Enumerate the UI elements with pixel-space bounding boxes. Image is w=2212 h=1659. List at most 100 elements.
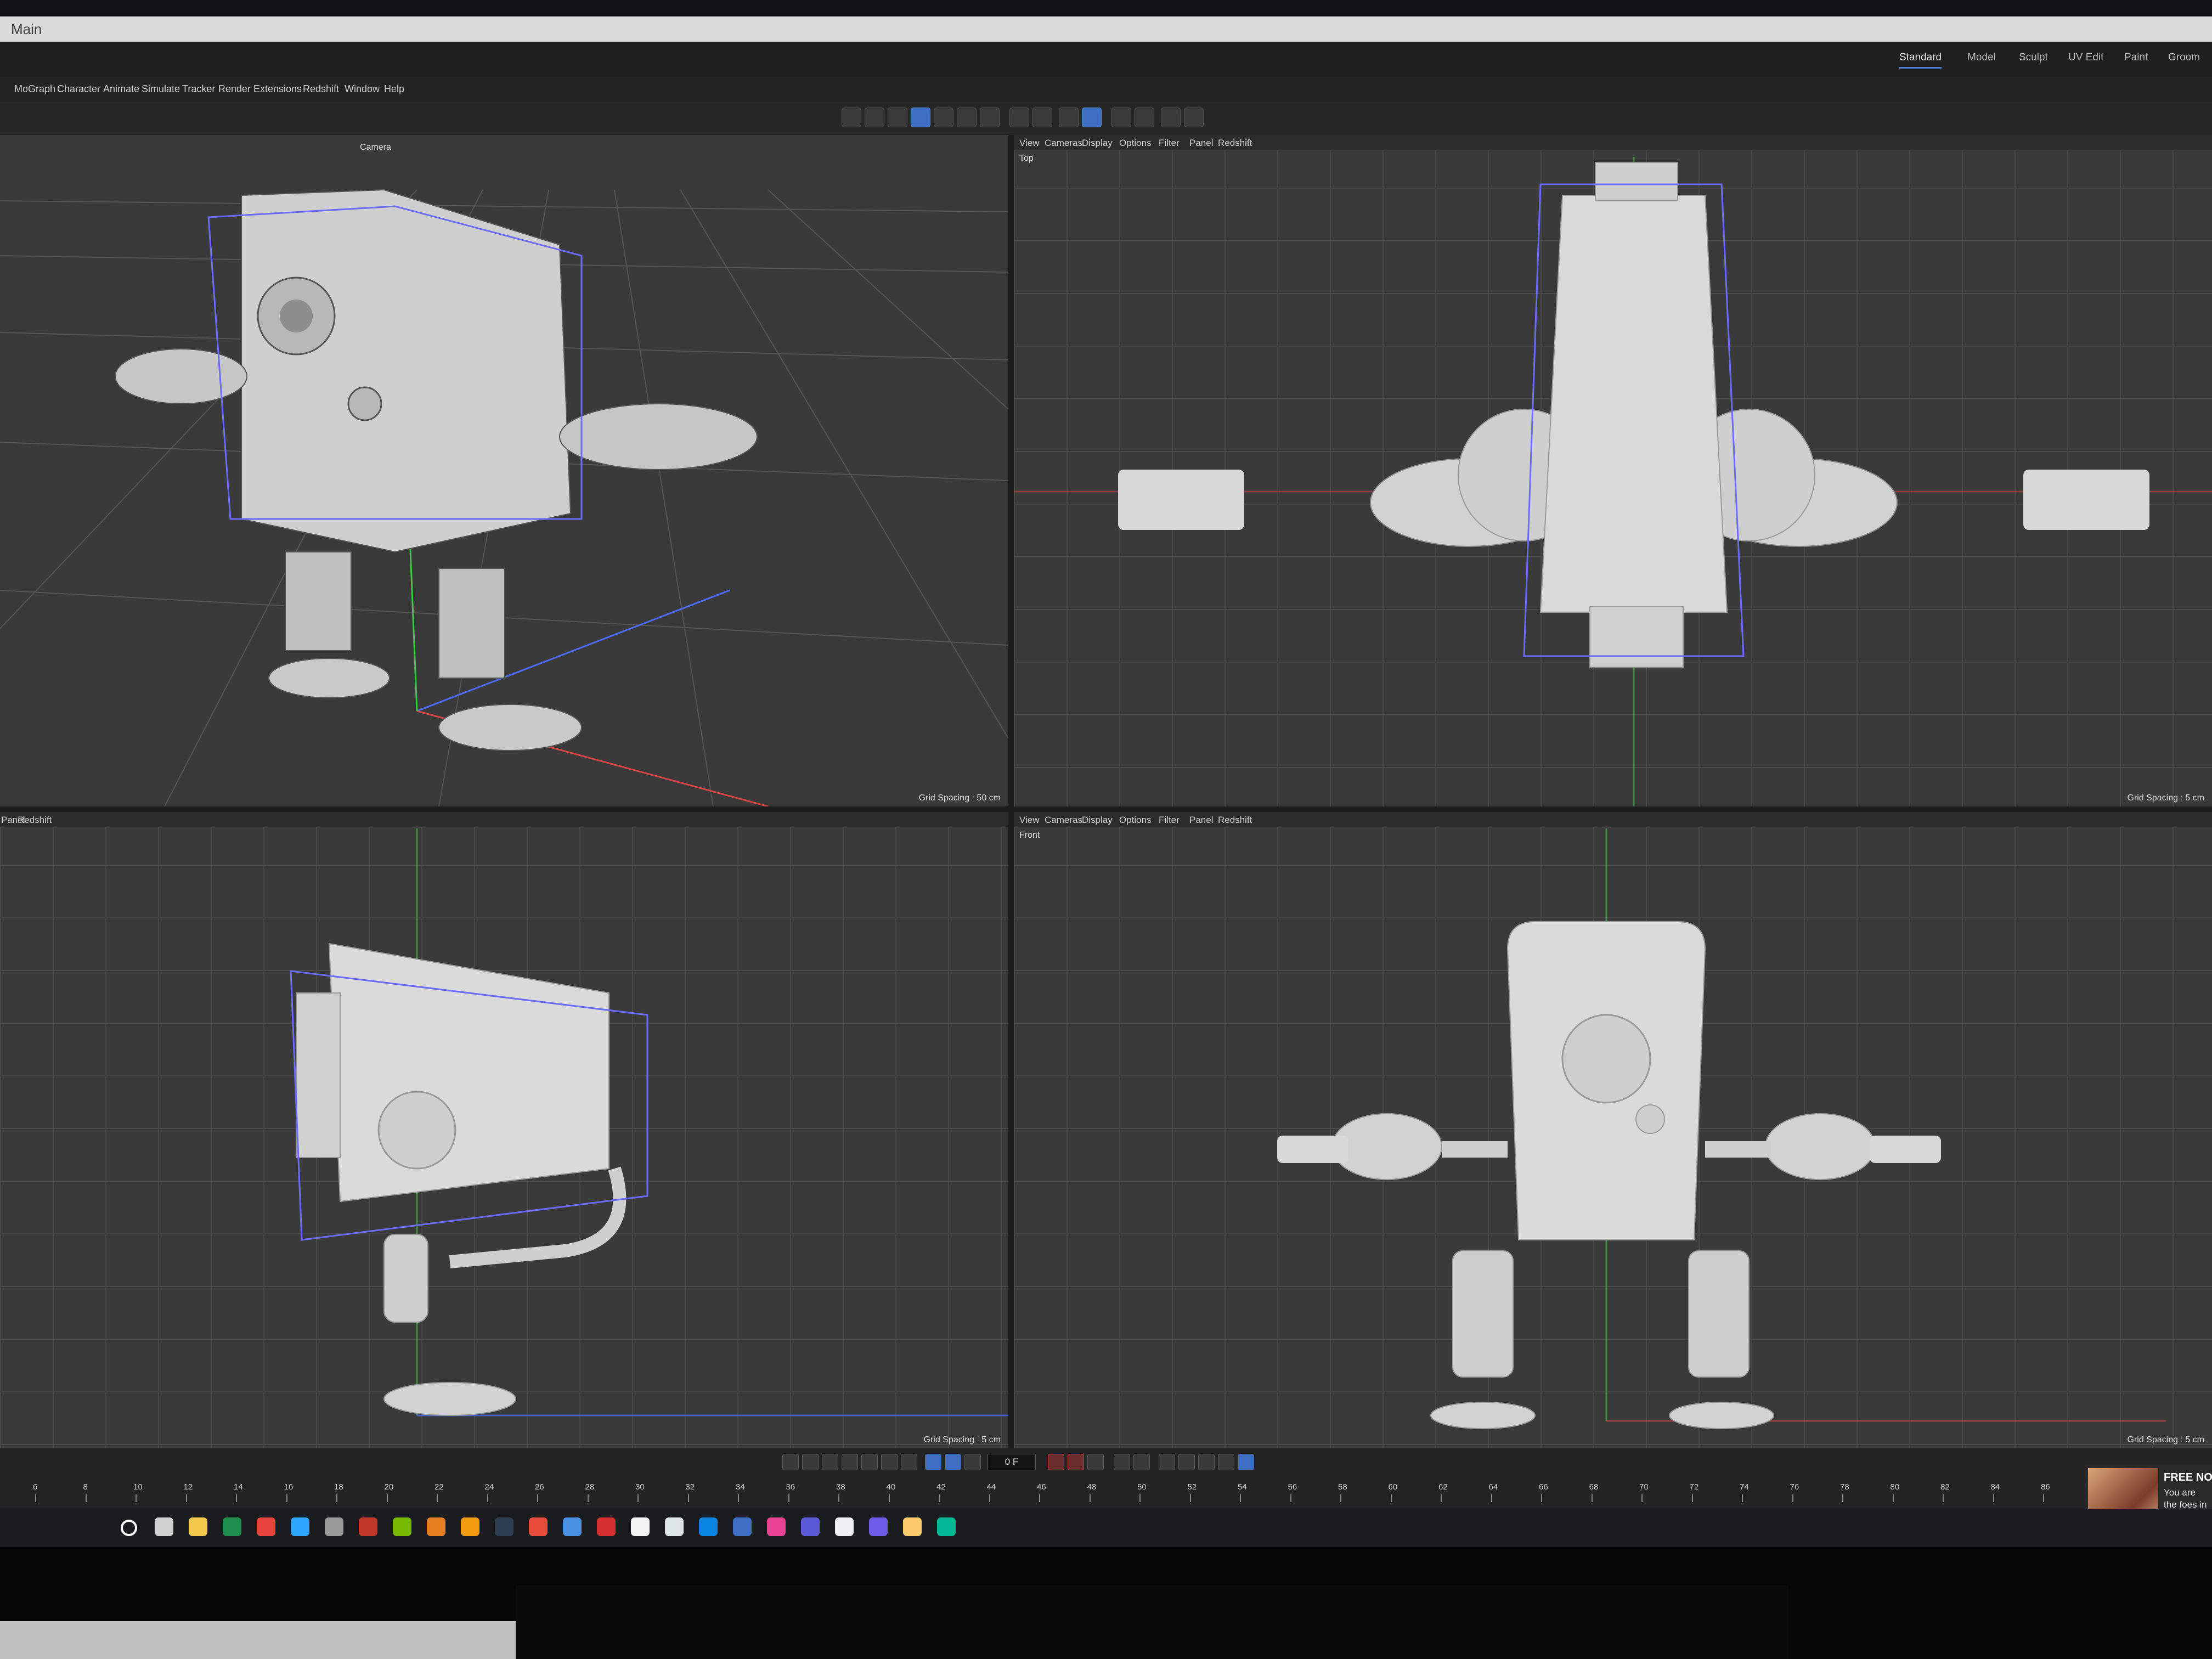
app-blue-2-icon[interactable]: [733, 1517, 752, 1536]
preview-range-icon[interactable]: [945, 1454, 961, 1470]
timeline-tick: 6: [33, 1482, 38, 1502]
file-explorer-icon[interactable]: [189, 1517, 207, 1536]
steam-icon[interactable]: [495, 1517, 514, 1536]
menu-redshift[interactable]: Redshift: [303, 83, 339, 95]
play-icon[interactable]: [842, 1454, 858, 1470]
timeline-settings-icon[interactable]: [1218, 1454, 1234, 1470]
current-frame-field[interactable]: 0 F: [988, 1454, 1036, 1470]
zbrush-icon[interactable]: [427, 1517, 445, 1536]
main-menu-bar: MoGraph Character Animate Simulate Track…: [0, 77, 2212, 102]
motion-system-icon[interactable]: [1238, 1454, 1254, 1470]
goto-end-icon[interactable]: [901, 1454, 917, 1470]
key-parameter-icon[interactable]: [1178, 1454, 1195, 1470]
unreal-icon[interactable]: [325, 1517, 343, 1536]
edge-icon[interactable]: [699, 1517, 718, 1536]
timeline-tick: 62: [1438, 1482, 1448, 1502]
layout-tab-uv-edit[interactable]: UV Edit: [2068, 52, 2103, 64]
camera-label[interactable]: Camera: [360, 143, 391, 153]
menu-mograph[interactable]: MoGraph: [14, 83, 55, 95]
layout-tab-sculpt[interactable]: Sculpt: [2019, 52, 2048, 64]
layout-tab-model[interactable]: Model: [1967, 52, 1996, 64]
keyframe-selection-icon[interactable]: [1087, 1454, 1104, 1470]
move-tool-icon[interactable]: [842, 108, 861, 127]
ipr-icon[interactable]: [1161, 108, 1181, 127]
menu-tracker[interactable]: Tracker: [182, 83, 215, 95]
menu-simulate[interactable]: Simulate: [142, 83, 180, 95]
timeline-tick: 32: [685, 1482, 695, 1502]
next-frame-icon[interactable]: [861, 1454, 878, 1470]
menu-window[interactable]: Window: [345, 83, 380, 95]
prev-key-icon[interactable]: [802, 1454, 819, 1470]
timeline-tick: 50: [1137, 1482, 1147, 1502]
snap-icon[interactable]: [1009, 108, 1029, 127]
grid-icon[interactable]: [1059, 108, 1079, 127]
menu-help[interactable]: Help: [384, 83, 404, 95]
viewport-divider-horizontal[interactable]: [0, 806, 2212, 812]
viewport-divider-vertical[interactable]: [1008, 135, 1014, 1448]
menu-render[interactable]: Render: [218, 83, 251, 95]
rotate-tool-icon[interactable]: [888, 108, 907, 127]
timeline-tick: 24: [484, 1482, 494, 1502]
cursor-icon[interactable]: [631, 1517, 650, 1536]
app-blue-icon[interactable]: [563, 1517, 582, 1536]
app-circle-icon[interactable]: [835, 1517, 854, 1536]
loop-icon[interactable]: [925, 1454, 941, 1470]
menu-extensions[interactable]: Extensions: [253, 83, 302, 95]
app-teal-icon[interactable]: [937, 1517, 956, 1536]
layout-tab-paint[interactable]: Paint: [2124, 52, 2148, 64]
grid-spacing-right: Grid Spacing : 5 cm: [923, 1435, 1001, 1444]
select-tool-icon[interactable]: [911, 108, 930, 127]
goto-start-icon[interactable]: [782, 1454, 799, 1470]
chrome-2-icon[interactable]: [903, 1517, 922, 1536]
blender-icon[interactable]: [461, 1517, 479, 1536]
daz-studio-icon[interactable]: [359, 1517, 377, 1536]
chrome-icon[interactable]: [257, 1517, 275, 1536]
live-selection-icon[interactable]: [934, 108, 953, 127]
timeline-tick: 10: [133, 1482, 143, 1502]
layout-tab-standard[interactable]: Standard: [1899, 52, 1942, 69]
timeline-tick: 74: [1740, 1482, 1749, 1502]
render-view-icon[interactable]: [1111, 108, 1131, 127]
timeline-tick: 80: [1890, 1482, 1900, 1502]
viewport-front[interactable]: View Cameras Display Options Filter Pane…: [1014, 812, 2212, 1448]
key-rotation-icon[interactable]: [1159, 1454, 1175, 1470]
timeline-tick: 66: [1539, 1482, 1548, 1502]
app-red-2-icon[interactable]: [767, 1517, 786, 1536]
layout-tab-groom[interactable]: Groom: [2168, 52, 2200, 64]
viewport-perspective[interactable]: Camera Grid Spacing : 50 cm: [0, 135, 1008, 806]
key-scale-icon[interactable]: [1133, 1454, 1150, 1470]
workplane-icon[interactable]: [1082, 108, 1102, 127]
perspective-grid-floor: [0, 189, 1008, 806]
lasso-icon[interactable]: [957, 108, 977, 127]
robot-mesh-front: [1277, 828, 2166, 1429]
task-view-icon[interactable]: [155, 1517, 173, 1536]
render-settings-icon[interactable]: [1135, 108, 1154, 127]
excel-icon[interactable]: [223, 1517, 241, 1536]
autokey-icon[interactable]: [1068, 1454, 1084, 1470]
key-position-icon[interactable]: [1114, 1454, 1130, 1470]
menu-animate[interactable]: Animate: [103, 83, 139, 95]
key-pla-icon[interactable]: [1198, 1454, 1215, 1470]
snap-settings-icon[interactable]: [1032, 108, 1052, 127]
timeline-tick: 60: [1388, 1482, 1398, 1502]
record-icon[interactable]: [1048, 1454, 1064, 1470]
app-purple-icon[interactable]: [869, 1517, 888, 1536]
polygon-select-icon[interactable]: [980, 108, 1000, 127]
app-white-icon[interactable]: [665, 1517, 684, 1536]
menu-character[interactable]: Character: [57, 83, 100, 95]
app-red-icon[interactable]: [597, 1517, 616, 1536]
opera-icon[interactable]: [529, 1517, 548, 1536]
cinema4d-icon[interactable]: [801, 1517, 820, 1536]
redshift-render-icon[interactable]: [1184, 108, 1204, 127]
sound-icon[interactable]: [964, 1454, 981, 1470]
viewport-right[interactable]: Panel Redshift Grid Spacing : 5 cm: [0, 812, 1008, 1448]
layout-bar: Standard Model Sculpt UV Edit Paint Groo…: [0, 42, 2212, 77]
scale-tool-icon[interactable]: [865, 108, 884, 127]
timeline-tick: 44: [986, 1482, 996, 1502]
photoshop-icon[interactable]: [291, 1517, 309, 1536]
nvidia-icon[interactable]: [393, 1517, 411, 1536]
viewport-top[interactable]: View Cameras Display Options Filter Pane…: [1014, 135, 2212, 806]
prev-frame-icon[interactable]: [822, 1454, 838, 1470]
windows-start-icon[interactable]: [121, 1520, 137, 1536]
next-key-icon[interactable]: [881, 1454, 898, 1470]
